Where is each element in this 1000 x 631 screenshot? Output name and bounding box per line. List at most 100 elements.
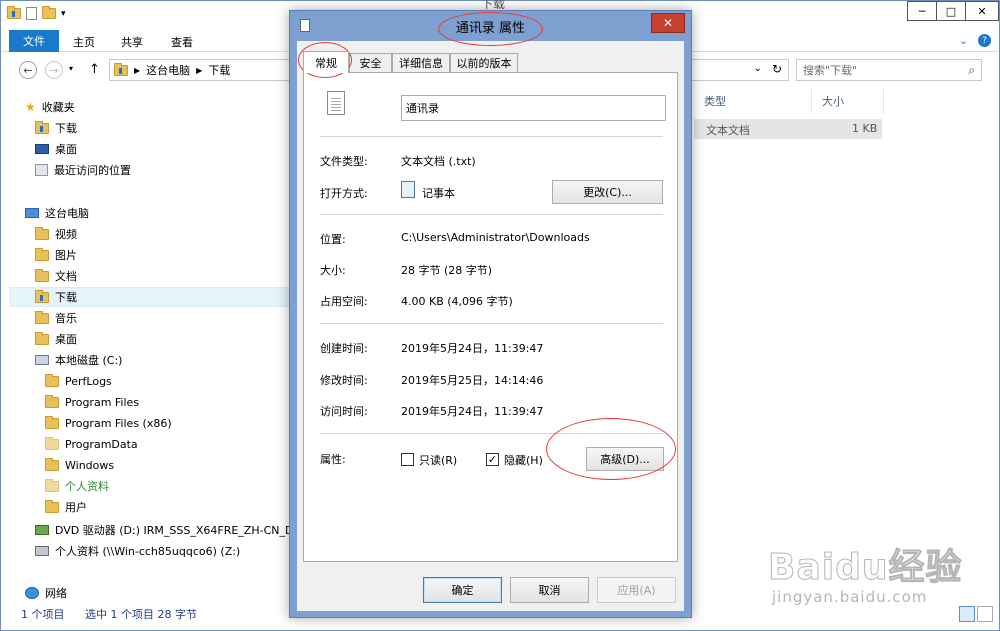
search-icon[interactable]: ⌕: [968, 63, 975, 78]
folder-icon: [45, 499, 59, 513]
modified-value: 2019年5月25日，14:14:46: [401, 374, 544, 387]
hidden-checkbox[interactable]: ✓: [486, 453, 499, 466]
nav-disk-program-files-x86[interactable]: Program Files (x86): [45, 413, 172, 433]
column-type[interactable]: 类型: [694, 89, 812, 113]
location-value: C:\Users\Administrator\Downloads: [401, 231, 590, 244]
drive-icon: [35, 355, 49, 365]
details-view-icon[interactable]: [959, 606, 975, 622]
large-icons-view-icon[interactable]: [977, 606, 993, 622]
open-with-label: 打开方式:: [320, 187, 368, 200]
accessed-label: 访问时间:: [320, 405, 368, 418]
dialog-title: 通讯录 属性: [455, 21, 526, 36]
nav-disk-programdata[interactable]: ProgramData: [45, 434, 138, 454]
nav-local-disk[interactable]: 本地磁盘 (C:): [35, 350, 122, 370]
up-button[interactable]: ↑: [89, 62, 100, 77]
nav-this-pc[interactable]: 这台电脑: [25, 203, 89, 223]
nav-favorites[interactable]: ★ 收藏夹: [25, 97, 75, 117]
filename-input[interactable]: [401, 95, 666, 121]
file-row[interactable]: 文本文档 1 KB: [694, 119, 882, 139]
new-folder-icon[interactable]: [42, 6, 56, 19]
address-dropdown-icon[interactable]: ⌄: [754, 63, 762, 74]
back-button[interactable]: ←: [19, 61, 37, 79]
tab-details[interactable]: 详细信息: [392, 53, 450, 72]
desktop-folder-icon: [35, 331, 49, 345]
accessed-value: 2019年5月24日，11:39:47: [401, 405, 544, 418]
documents-folder-icon: [35, 268, 49, 282]
view-switcher: [959, 606, 993, 622]
nav-pc-music[interactable]: 音乐: [35, 308, 77, 328]
breadcrumb-downloads[interactable]: 下载: [208, 62, 230, 78]
dialog-titlebar: 通讯录 属性 ✕: [290, 11, 691, 41]
notepad-icon: [401, 181, 415, 198]
column-size[interactable]: 大小: [812, 89, 884, 113]
nav-pc-downloads[interactable]: 下载: [9, 287, 294, 307]
nav-disk-users[interactable]: 用户: [45, 497, 87, 517]
properties-icon[interactable]: [26, 7, 37, 20]
tab-file[interactable]: 文件: [9, 30, 59, 52]
advanced-button[interactable]: 高级(D)...: [586, 447, 664, 471]
close-button[interactable]: ✕: [965, 1, 999, 21]
folder-icon: [45, 373, 59, 387]
nav-pc-desktop[interactable]: 桌面: [35, 329, 77, 349]
download-folder-icon: [35, 289, 49, 303]
nav-pc-videos[interactable]: 视频: [35, 224, 77, 244]
change-button[interactable]: 更改(C)...: [552, 180, 663, 204]
nav-fav-desktop[interactable]: 桌面: [35, 139, 77, 159]
file-type-label: 文件类型:: [320, 155, 368, 168]
forward-button[interactable]: →: [45, 61, 63, 79]
location-label: 位置:: [320, 233, 346, 246]
nav-network-drive[interactable]: 个人资料 (\\Win-cch85uqqco6) (Z:): [35, 541, 240, 561]
nav-dvd-drive[interactable]: DVD 驱动器 (D:) IRM_SSS_X64FRE_ZH-CN_DV: [35, 520, 301, 540]
tab-view[interactable]: 查看: [171, 34, 193, 50]
nav-disk-personal[interactable]: 个人资料: [45, 476, 109, 496]
divider: [320, 214, 663, 215]
refresh-icon[interactable]: ↻: [772, 62, 782, 76]
tab-security[interactable]: 安全: [349, 53, 392, 72]
divider: [320, 136, 663, 137]
download-folder-icon: [35, 120, 49, 134]
star-icon: ★: [25, 100, 36, 114]
minimize-button[interactable]: ─: [907, 1, 937, 21]
nav-disk-windows[interactable]: Windows: [45, 455, 114, 475]
dialog-body: 常规 安全 详细信息 以前的版本 文件类型: 文本文档 (.txt) 打开方式:…: [297, 41, 684, 611]
open-with-value: 记事本: [422, 187, 455, 200]
search-input[interactable]: 搜索"下载" ⌕: [796, 59, 982, 81]
navigation-pane: ★ 收藏夹 下载 桌面 最近访问的位置 这台电脑 视频 图片 文档 下载 音乐 …: [1, 93, 301, 603]
ok-button[interactable]: 确定: [423, 577, 502, 603]
tab-share[interactable]: 共享: [121, 34, 143, 50]
readonly-label: 只读(R): [419, 454, 458, 467]
nav-pc-documents[interactable]: 文档: [35, 266, 77, 286]
tab-previous-versions[interactable]: 以前的版本: [450, 53, 518, 72]
dialog-close-button[interactable]: ✕: [651, 13, 685, 33]
nav-disk-program-files[interactable]: Program Files: [45, 392, 139, 412]
help-icon[interactable]: ?: [978, 34, 991, 47]
quick-access-toolbar: ▾: [7, 6, 66, 20]
nav-disk-perflogs[interactable]: PerfLogs: [45, 371, 112, 391]
cancel-button[interactable]: 取消: [510, 577, 589, 603]
pictures-folder-icon: [35, 247, 49, 261]
hidden-label: 隐藏(H): [504, 454, 543, 467]
download-folder-icon: [114, 62, 128, 76]
nav-fav-downloads[interactable]: 下载: [35, 118, 77, 138]
ribbon-expand-icon[interactable]: ⌄: [959, 34, 968, 47]
nav-fav-recent[interactable]: 最近访问的位置: [35, 160, 131, 180]
maximize-button[interactable]: □: [936, 1, 966, 21]
disk-size-label: 占用空间:: [320, 295, 368, 308]
recent-dropdown-icon[interactable]: ▾: [69, 64, 73, 73]
desktop-icon: [35, 144, 49, 154]
nav-network[interactable]: 网络: [25, 583, 67, 603]
qat-dropdown-icon[interactable]: ▾: [61, 9, 66, 19]
breadcrumb-this-pc[interactable]: 这台电脑: [146, 62, 190, 78]
tab-general[interactable]: 常规: [303, 51, 349, 73]
tab-home[interactable]: 主页: [73, 34, 95, 50]
videos-folder-icon: [35, 226, 49, 240]
readonly-checkbox[interactable]: [401, 453, 414, 466]
network-drive-icon: [35, 546, 49, 556]
apply-button[interactable]: 应用(A): [597, 577, 676, 603]
dialog-tabs: 常规 安全 详细信息 以前的版本: [297, 51, 684, 73]
created-label: 创建时间:: [320, 342, 368, 355]
nav-pc-pictures[interactable]: 图片: [35, 245, 77, 265]
file-size: 1 KB: [852, 122, 878, 135]
folder-icon: [45, 436, 59, 450]
status-selection: 选中 1 个项目 28 字节: [85, 608, 197, 621]
